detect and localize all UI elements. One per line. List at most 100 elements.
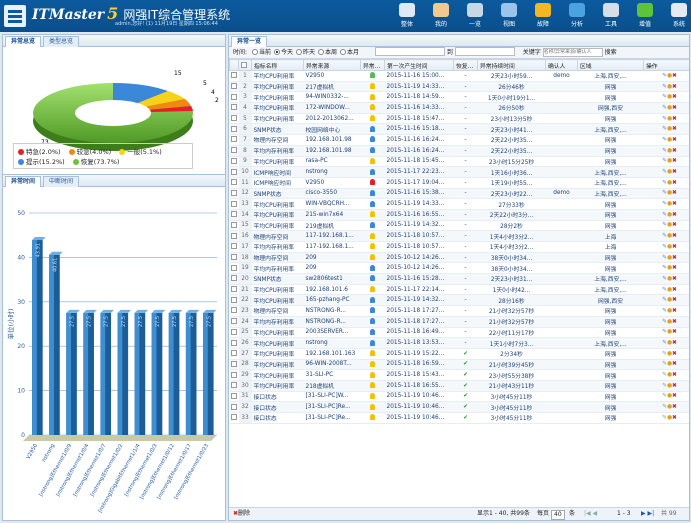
- delete-row-icon[interactable]: ✖: [672, 84, 677, 90]
- row-checkbox-cell[interactable]: [229, 166, 239, 178]
- alarm-source[interactable]: NSTRONG-R...: [303, 305, 361, 317]
- metric-name[interactable]: 平均内存利用率: [251, 241, 304, 253]
- alarm-source[interactable]: [31-SLI-PC]Re...: [303, 401, 361, 413]
- metric-name[interactable]: 平均CPU利用率: [251, 359, 304, 371]
- column-header[interactable]: 确认人: [545, 59, 578, 71]
- alarm-source[interactable]: 192.168.101.98: [303, 145, 361, 157]
- delete-row-icon[interactable]: ✖: [672, 94, 677, 100]
- next-page-icon[interactable]: ▶ ▶|: [641, 508, 654, 520]
- metric-name[interactable]: 平均CPU利用率: [251, 70, 304, 82]
- tab-alarm-duration[interactable]: 异常时间: [5, 176, 42, 187]
- delete-row-icon[interactable]: ✖: [672, 404, 677, 410]
- keyword-input[interactable]: [542, 47, 603, 57]
- alarm-source[interactable]: rasa-PC: [303, 156, 361, 168]
- alarm-source[interactable]: 219虚拟机: [303, 220, 361, 232]
- row-checkbox[interactable]: [231, 168, 237, 175]
- alarm-source[interactable]: nstrong: [303, 337, 361, 349]
- alarm-source[interactable]: 94-WIN0332-...: [303, 91, 361, 104]
- delete-row-icon[interactable]: ✖: [672, 73, 677, 79]
- row-checkbox-cell[interactable]: [229, 294, 239, 307]
- table-row[interactable]: 25 平均CPU利用率 2003SERVER... 2015-11-18 16:49.…: [229, 327, 689, 339]
- legend-item[interactable]: 一般(5.1%): [119, 146, 162, 156]
- row-checkbox[interactable]: [231, 318, 237, 325]
- row-checkbox[interactable]: [231, 275, 237, 282]
- row-checkbox-cell[interactable]: [229, 220, 239, 232]
- metric-name[interactable]: 平均内存利用率: [251, 262, 304, 275]
- range-radio[interactable]: [273, 49, 280, 55]
- table-row[interactable]: 16 物理内存空间 117-192.168.1... 2015-11-18 10:57…: [229, 230, 689, 242]
- alarm-source[interactable]: NSTRONG-R...: [303, 316, 361, 328]
- row-checkbox-cell[interactable]: [229, 188, 239, 200]
- alarm-source[interactable]: 2003SERVER...: [303, 327, 361, 339]
- delete-row-icon[interactable]: ✖: [672, 105, 677, 111]
- legend-item[interactable]: 恢复(73.7%): [72, 156, 119, 166]
- search-button[interactable]: 搜索: [605, 49, 617, 56]
- alarm-source[interactable]: 117-192.168.1...: [303, 230, 361, 242]
- row-checkbox-cell[interactable]: [229, 337, 239, 349]
- row-checkbox[interactable]: [231, 93, 237, 100]
- delete-row-icon[interactable]: ✖: [672, 383, 677, 389]
- table-row[interactable]: 26 平均CPU利用率 nstrong 2015-11-18 13:53... -1天1…: [229, 337, 689, 349]
- tab-outage-duration[interactable]: 中断时间: [43, 176, 80, 187]
- metric-name[interactable]: 平均CPU利用率: [251, 369, 304, 381]
- row-checkbox[interactable]: [231, 286, 237, 293]
- column-header[interactable]: 操作: [643, 59, 689, 71]
- row-checkbox-cell[interactable]: [229, 359, 239, 371]
- delete-row-icon[interactable]: ✖: [672, 158, 677, 164]
- table-row[interactable]: 32 接口状态 [31-SLI-PC]Re... 2015-11-19 10:46..…: [229, 401, 689, 413]
- row-checkbox[interactable]: [231, 211, 237, 218]
- row-checkbox-cell[interactable]: [229, 198, 239, 210]
- nav-screen[interactable]: 一览: [460, 0, 490, 32]
- range-radio[interactable]: [295, 49, 302, 55]
- table-row[interactable]: 27 平均CPU利用率 192.168.101.163 2015-11-19 15:2…: [229, 348, 689, 360]
- row-checkbox[interactable]: [231, 264, 237, 271]
- metric-name[interactable]: 物理内存空间: [251, 134, 304, 146]
- alarm-source[interactable]: 192.168.101.98: [303, 134, 361, 146]
- alarm-source[interactable]: V2950: [303, 70, 361, 82]
- legend-item[interactable]: 较急(4.0%): [68, 146, 111, 156]
- alarm-source[interactable]: 192.168.101.163: [303, 348, 361, 360]
- row-checkbox-cell[interactable]: [229, 412, 239, 424]
- delete-row-icon[interactable]: ✖: [672, 169, 677, 175]
- delete-row-icon[interactable]: ✖: [672, 137, 677, 143]
- table-row[interactable]: 8 平均内存利用率 192.168.101.98 2015-11-16 16:24..…: [229, 145, 689, 157]
- alarm-source[interactable]: 215-win7x64: [303, 209, 361, 221]
- table-row[interactable]: 7 物理内存空间 192.168.101.98 2015-11-16 16:24...…: [229, 134, 689, 146]
- row-checkbox[interactable]: [231, 382, 237, 389]
- table-row[interactable]: 13 平均CPU利用率 WIN-VBQCRH... 2015-11-19 14:33.…: [229, 198, 689, 210]
- alarm-source[interactable]: cisco-3550: [303, 188, 361, 200]
- row-checkbox[interactable]: [231, 72, 237, 79]
- legend-item[interactable]: 特急(2.0%): [18, 146, 61, 156]
- alarm-source[interactable]: 31-SLI-PC: [303, 369, 361, 381]
- row-checkbox-cell[interactable]: [229, 327, 239, 339]
- per-page-select[interactable]: 40: [551, 510, 565, 520]
- row-checkbox-cell[interactable]: [229, 81, 239, 93]
- table-row[interactable]: 24 平均内存利用率 NSTRONG-R... 2015-11-18 17:27...…: [229, 316, 689, 328]
- table-row[interactable]: 9 平均CPU利用率 rasa-PC 2015-11-18 15:45... -23小时…: [229, 156, 689, 168]
- nav-warning[interactable]: 故障: [528, 0, 558, 32]
- row-checkbox-cell[interactable]: [229, 316, 239, 328]
- nav-user[interactable]: 我的: [426, 0, 456, 32]
- tab-type-overview[interactable]: 类型总览: [43, 36, 80, 47]
- alarm-source[interactable]: 117-192.168.1...: [303, 241, 361, 253]
- column-header[interactable]: [229, 59, 239, 71]
- metric-name[interactable]: SNMP状态: [251, 123, 304, 136]
- table-row[interactable]: 4 平均CPU利用率 172-WINDOW... 2015-11-16 14:33..…: [229, 102, 689, 114]
- table-row[interactable]: 17 平均内存利用率 117-192.168.1... 2015-11-18 10:5…: [229, 241, 689, 253]
- metric-name[interactable]: 平均CPU利用率: [251, 198, 304, 210]
- metric-name[interactable]: 平均CPU利用率: [251, 294, 304, 307]
- row-checkbox[interactable]: [231, 189, 237, 196]
- row-checkbox[interactable]: [231, 125, 237, 132]
- table-row[interactable]: 14 平均CPU利用率 215-win7x64 2015-11-16 16:55...…: [229, 209, 689, 221]
- alarm-source[interactable]: 217虚拟机: [303, 81, 361, 93]
- alarm-source[interactable]: 165-pzhang-PC: [303, 294, 361, 307]
- table-row[interactable]: 2 平均CPU利用率 217虚拟机 2015-11-19 14:33... -26分46…: [229, 81, 689, 93]
- delete-row-icon[interactable]: ✖: [672, 287, 677, 293]
- row-checkbox[interactable]: [231, 392, 237, 399]
- alarm-source[interactable]: [31-SLI-PC]Re...: [303, 412, 361, 424]
- metric-name[interactable]: SNMP状态: [251, 188, 304, 200]
- alarm-source[interactable]: 172-WINDOW...: [303, 102, 361, 114]
- row-checkbox-cell[interactable]: [229, 145, 239, 157]
- row-checkbox[interactable]: [231, 136, 237, 143]
- table-row[interactable]: 30 平均CPU利用率 218虚拟机 2015-11-18 16:55... ✔ 21小时…: [229, 380, 689, 392]
